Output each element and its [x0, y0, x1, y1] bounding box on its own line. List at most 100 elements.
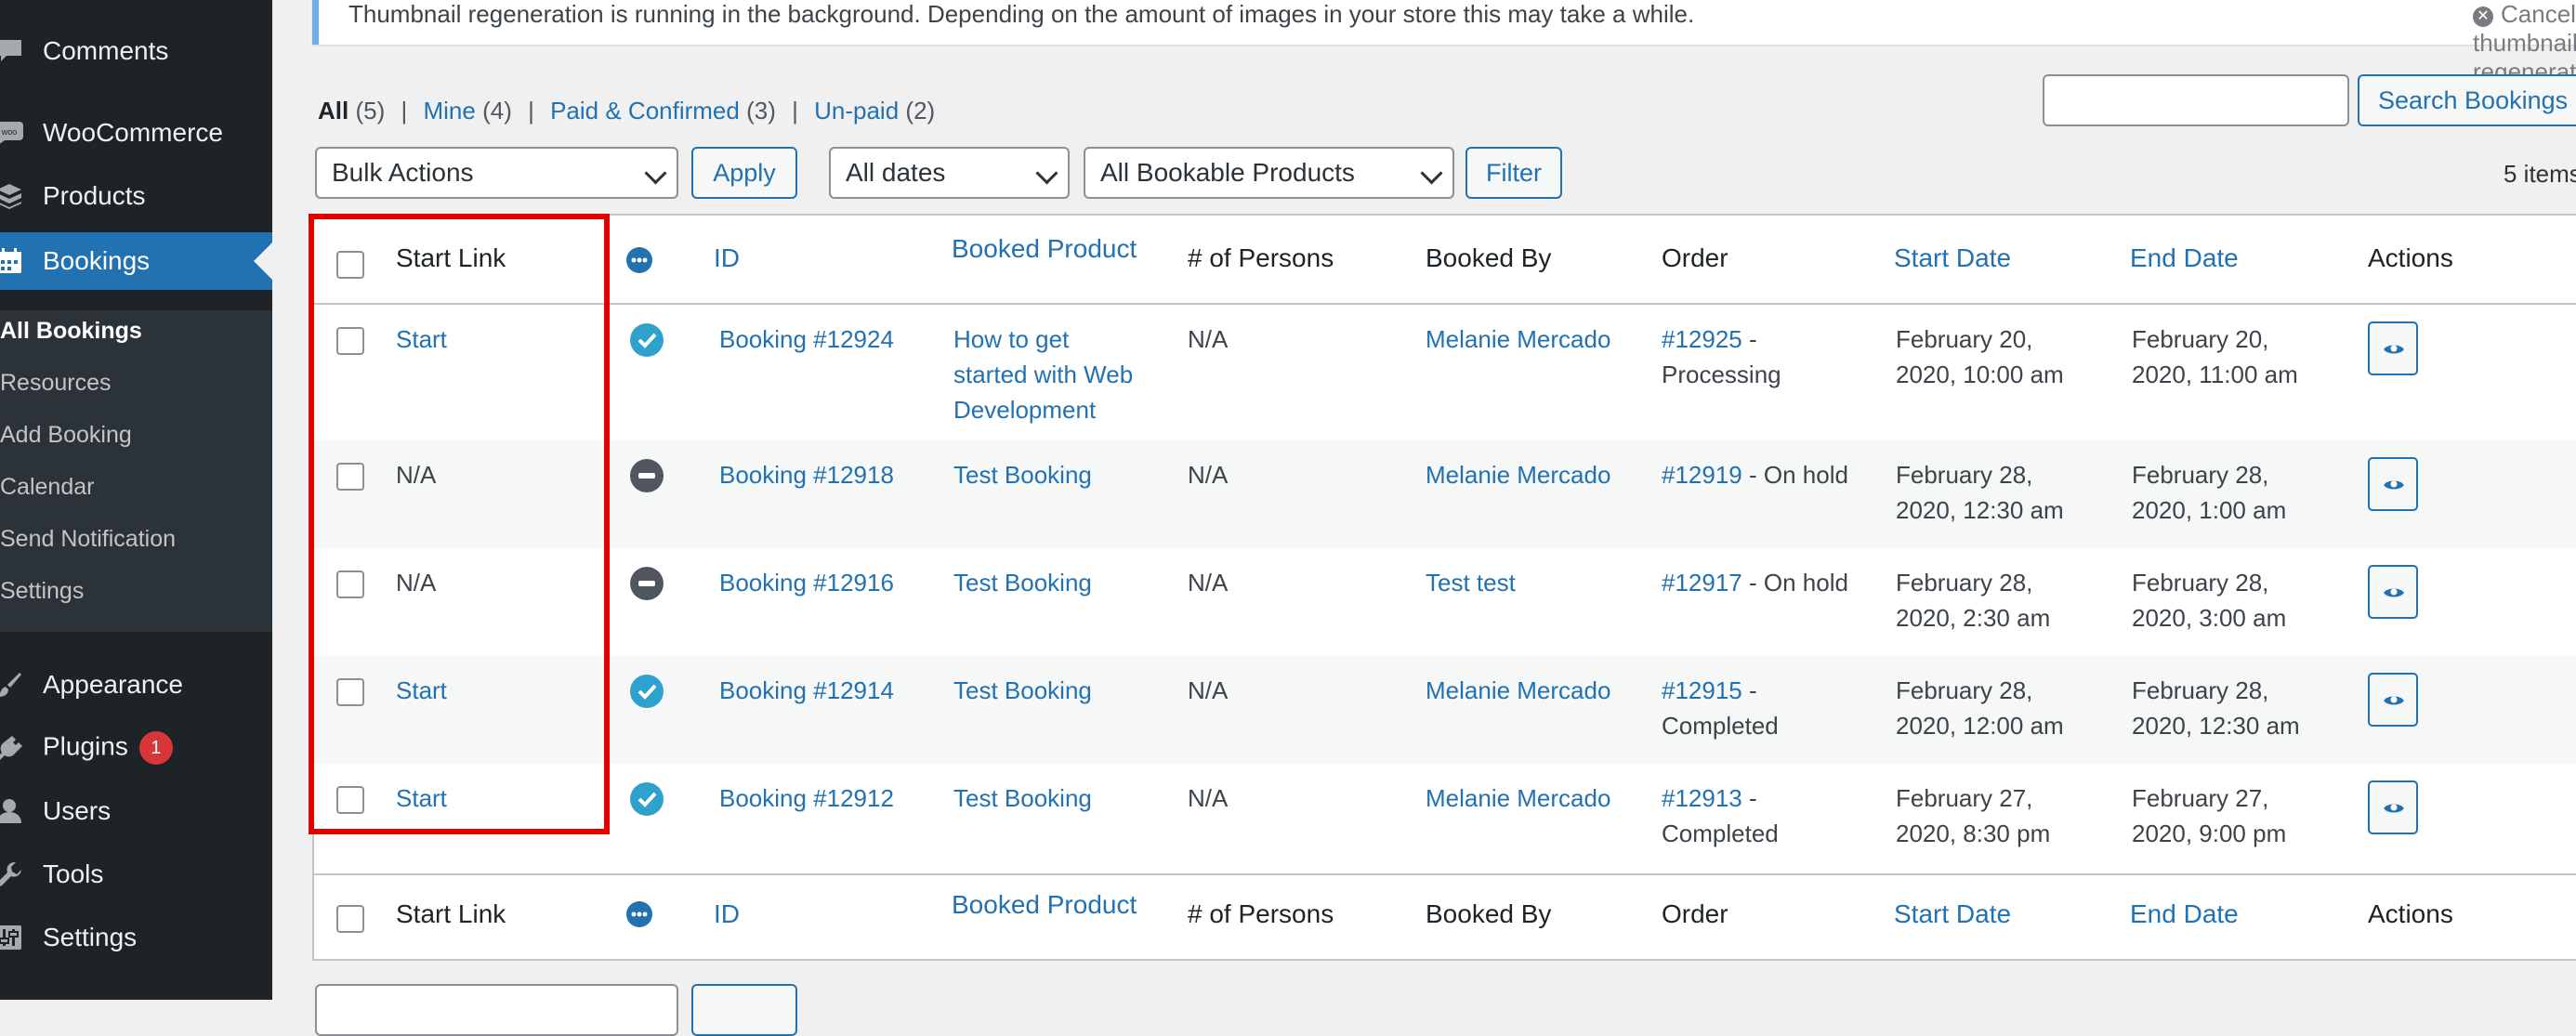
- submenu-send-notification[interactable]: Send Notification: [0, 526, 176, 553]
- bulk-actions-value: Bulk Actions: [332, 158, 474, 187]
- col-start-date[interactable]: Start Date: [1894, 243, 2011, 273]
- booking-id-link[interactable]: Booking #12916: [719, 565, 894, 600]
- view-booking-button[interactable]: [2368, 780, 2418, 834]
- table-row: N/A Booking #12918 Test Booking N/A Mela…: [314, 440, 2576, 548]
- product-filter-select[interactable]: All Bookable Products: [1084, 147, 1454, 199]
- menu-settings[interactable]: Settings: [0, 909, 272, 966]
- apply-button-bottom[interactable]: [691, 984, 797, 1036]
- woocommerce-icon: woo: [0, 118, 24, 148]
- booked-by-link[interactable]: Test test: [1426, 565, 1516, 600]
- product-line: How to get: [953, 325, 1070, 353]
- archive-icon: [0, 181, 24, 211]
- eye-icon: [2384, 588, 2404, 597]
- order-status: Processing: [1662, 361, 1781, 388]
- view-mine-link[interactable]: Mine: [423, 97, 475, 125]
- booking-id-link[interactable]: Booking #12912: [719, 780, 894, 816]
- menu-tools[interactable]: Tools: [0, 846, 272, 903]
- booked-product-link[interactable]: Test Booking: [953, 780, 1092, 816]
- col-end-date[interactable]: End Date: [2130, 899, 2239, 929]
- col-booked-product[interactable]: Booked Product: [952, 890, 1137, 920]
- confirmed-status-icon: [630, 675, 664, 708]
- col-booked-by: Booked By: [1426, 899, 1552, 928]
- menu-comments[interactable]: Comments: [0, 22, 272, 80]
- view-booking-button[interactable]: [2368, 673, 2418, 727]
- menu-plugins[interactable]: Plugins 1: [0, 719, 272, 777]
- order-link[interactable]: #12919: [1662, 461, 1742, 489]
- booked-product-link[interactable]: Test Booking: [953, 673, 1092, 708]
- bulk-actions-select[interactable]: Bulk Actions: [315, 147, 678, 199]
- booked-by-link[interactable]: Melanie Mercado: [1426, 457, 1610, 492]
- start-date-line: February 28,: [1896, 461, 2033, 489]
- apply-button[interactable]: Apply: [691, 147, 797, 199]
- end-date-line: February 20,: [2132, 325, 2269, 353]
- eye-icon: [2384, 696, 2404, 705]
- menu-users[interactable]: Users: [0, 782, 272, 840]
- booking-id-link[interactable]: Booking #12914: [719, 673, 894, 708]
- col-id[interactable]: ID: [714, 899, 740, 929]
- select-all-checkbox[interactable]: [336, 905, 364, 933]
- end-date-line: 2020, 3:00 am: [2132, 604, 2287, 632]
- filter-button[interactable]: Filter: [1465, 147, 1562, 199]
- view-booking-button[interactable]: [2368, 457, 2418, 511]
- persons-value: N/A: [1188, 569, 1229, 597]
- order-status: -: [1749, 325, 1757, 353]
- menu-bookings[interactable]: Bookings: [0, 232, 272, 290]
- order-link[interactable]: #12917: [1662, 569, 1742, 597]
- menu-appearance[interactable]: Appearance: [0, 656, 272, 714]
- submenu-add-booking[interactable]: Add Booking: [0, 422, 132, 449]
- booking-id-link[interactable]: Booking #12918: [719, 457, 894, 492]
- table-footer: Start Link ID Booked Product # of Person…: [314, 873, 2576, 963]
- view-booking-button[interactable]: [2368, 321, 2418, 375]
- submenu-resources[interactable]: Resources: [0, 370, 112, 397]
- order-link[interactable]: #12915: [1662, 676, 1742, 704]
- col-id[interactable]: ID: [714, 243, 740, 273]
- booked-by-link[interactable]: Melanie Mercado: [1426, 673, 1610, 708]
- table-row: Start Booking #12924 How to get started w…: [314, 305, 2576, 440]
- notice-text: Thumbnail regeneration is running in the…: [348, 0, 1695, 28]
- view-all-count: (5): [355, 97, 386, 125]
- booked-product-link[interactable]: How to get started with Web Development: [953, 321, 1133, 427]
- start-date-line: February 28,: [1896, 569, 2033, 597]
- persons-value: N/A: [1188, 676, 1229, 704]
- booked-product-link[interactable]: Test Booking: [953, 565, 1092, 600]
- order-status: Completed: [1662, 712, 1779, 740]
- col-booked-product[interactable]: Booked Product: [952, 234, 1137, 264]
- booked-product-link[interactable]: Test Booking: [953, 457, 1092, 492]
- highlight-box: [309, 214, 610, 834]
- chevron-down-icon: [644, 162, 667, 185]
- start-date-line: 2020, 8:30 pm: [1896, 820, 2051, 847]
- submenu-all-bookings[interactable]: All Bookings: [0, 318, 142, 345]
- menu-woocommerce[interactable]: woo WooCommerce: [0, 104, 272, 162]
- search-input[interactable]: [2043, 74, 2349, 126]
- wrench-icon: [0, 859, 24, 889]
- start-date: February 20, 2020, 10:00 am: [1896, 321, 2064, 392]
- end-date: February 28, 2020, 12:30 am: [2132, 673, 2300, 743]
- order-link[interactable]: #12925: [1662, 325, 1742, 353]
- view-booking-button[interactable]: [2368, 565, 2418, 619]
- submenu-settings[interactable]: Settings: [0, 578, 84, 605]
- dates-filter-select[interactable]: All dates: [829, 147, 1070, 199]
- order-cell: #12915 - Completed: [1662, 673, 1779, 743]
- unpaid-status-icon: [630, 459, 664, 492]
- start-date: February 28, 2020, 2:30 am: [1896, 565, 2050, 636]
- submenu-calendar[interactable]: Calendar: [0, 474, 94, 501]
- menu-products[interactable]: Products: [0, 167, 272, 225]
- view-all-link[interactable]: All: [318, 97, 348, 125]
- view-paid-confirmed-link[interactable]: Paid & Confirmed: [550, 97, 740, 125]
- order-cell: #12917 - On hold: [1662, 565, 1848, 600]
- booked-by-link[interactable]: Melanie Mercado: [1426, 780, 1610, 816]
- order-cell: #12919 - On hold: [1662, 457, 1848, 492]
- eye-icon: [2384, 480, 2404, 490]
- col-end-date[interactable]: End Date: [2130, 243, 2239, 273]
- svg-text:woo: woo: [1, 127, 18, 137]
- col-start-date[interactable]: Start Date: [1894, 899, 2011, 929]
- view-separator: |: [401, 97, 408, 125]
- booked-by-link[interactable]: Melanie Mercado: [1426, 321, 1610, 357]
- end-date: February 27, 2020, 9:00 pm: [2132, 780, 2286, 851]
- view-unpaid-link[interactable]: Un-paid: [814, 97, 899, 125]
- booking-id-link[interactable]: Booking #12924: [719, 321, 894, 357]
- col-actions: Actions: [2368, 899, 2453, 928]
- bulk-actions-select-bottom[interactable]: [315, 984, 678, 1036]
- search-bookings-button[interactable]: Search Bookings: [2358, 74, 2576, 126]
- order-link[interactable]: #12913: [1662, 784, 1742, 812]
